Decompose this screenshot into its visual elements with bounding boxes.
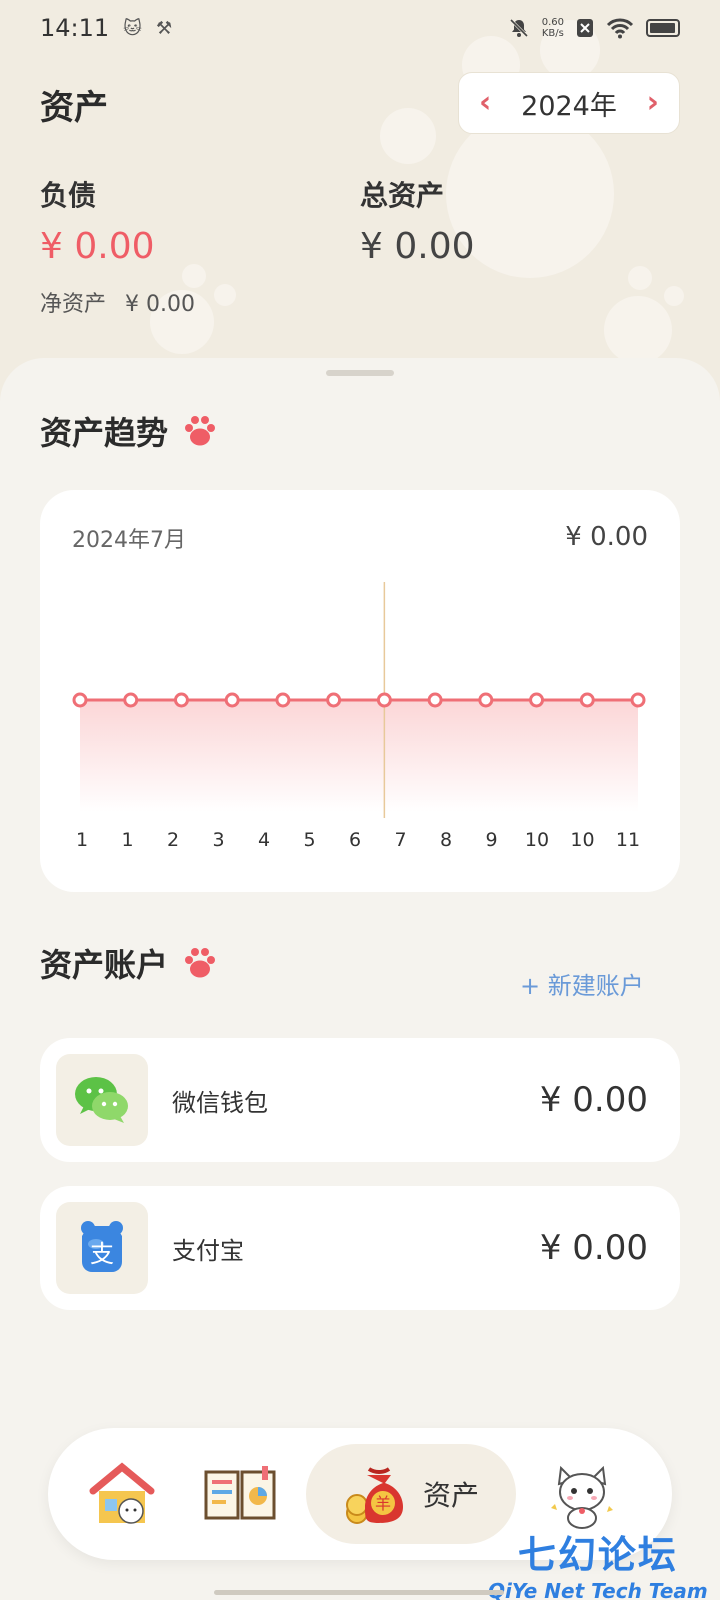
watermark-en: QiYe Net Tech Team	[488, 1579, 708, 1600]
paw-icon	[185, 948, 216, 978]
year-selector[interactable]: ‹ 2024年 ›	[458, 72, 680, 134]
nav-assets-label: 资产	[422, 1479, 479, 1512]
data-point[interactable]	[376, 692, 392, 708]
trend-chart-card[interactable]: 2024年7月 ¥ 0.00 1 1 2 3 4 5 6 7 8 9 10 10 11	[40, 490, 680, 892]
x-tick-label: 3	[212, 829, 224, 851]
cat-app-icon: 🐱	[123, 17, 142, 39]
x-tick-label: 9	[485, 829, 497, 851]
close-box-icon	[577, 19, 593, 37]
trend-title: 资产趋势	[40, 414, 169, 452]
net-speed-value: 0.60	[541, 17, 564, 28]
paw-decoration	[182, 264, 206, 288]
drag-handle[interactable]	[326, 370, 394, 376]
mute-bell-icon	[509, 18, 528, 38]
account-balance: ¥ 0.00	[539, 1228, 648, 1268]
series-area	[80, 700, 638, 812]
net-assets-row: 净资产 ¥ 0.00	[40, 286, 195, 318]
home-indicator[interactable]	[214, 1590, 504, 1595]
status-right: 0.60 KB/s	[508, 17, 680, 39]
battery-icon	[646, 19, 680, 37]
data-point[interactable]	[478, 692, 494, 708]
x-tick-label: 6	[349, 829, 361, 851]
paw-decoration	[664, 286, 684, 306]
svg-text:羊: 羊	[375, 1494, 391, 1513]
account-name: 支付宝	[172, 1236, 244, 1265]
accounts-section-title: 资产账户	[40, 940, 218, 986]
data-point[interactable]	[326, 692, 342, 708]
net-assets-value: ¥ 0.00	[125, 292, 195, 317]
data-point[interactable]	[72, 692, 88, 708]
x-tick-label: 1	[76, 829, 88, 851]
data-point[interactable]	[224, 692, 240, 708]
net-speed-unit: KB/s	[541, 28, 564, 39]
account-item-alipay[interactable]: 支 支付宝 ¥ 0.00	[40, 1186, 680, 1310]
x-tick-label: 2	[167, 829, 179, 851]
x-tick-label: 8	[440, 829, 452, 851]
watermark: 七幻论坛 QiYe Net Tech Team	[488, 1524, 708, 1600]
nav-assets[interactable]: 羊 资产	[306, 1444, 516, 1544]
chevron-left-icon[interactable]: ‹	[479, 88, 491, 118]
liabilities-label: 负债	[40, 179, 97, 212]
trend-chart[interactable]: 1 1 2 3 4 5 6 7 8 9 10 10 11	[40, 490, 680, 892]
data-point[interactable]	[579, 692, 595, 708]
new-account-button[interactable]: + 新建账户	[520, 966, 644, 1001]
data-point[interactable]	[275, 692, 291, 708]
paw-decoration	[380, 108, 436, 164]
status-time: 14:11	[40, 14, 110, 42]
accounts-title: 资产账户	[40, 946, 169, 984]
liabilities-value: ¥ 0.00	[40, 226, 155, 267]
paw-decoration	[214, 284, 236, 306]
svg-text:支: 支	[90, 1240, 114, 1268]
net-assets-label: 净资产	[40, 292, 107, 317]
data-point[interactable]	[427, 692, 443, 708]
data-point[interactable]	[173, 692, 189, 708]
account-item-wechat[interactable]: 微信钱包 ¥ 0.00	[40, 1038, 680, 1162]
book-ledger-icon	[204, 1466, 276, 1520]
nav-home[interactable]	[82, 1444, 162, 1544]
nav-ledger[interactable]	[198, 1444, 282, 1544]
total-assets-label: 总资产	[360, 179, 445, 212]
x-tick-label: 4	[258, 829, 270, 851]
watermark-cn: 七幻论坛	[517, 1533, 678, 1577]
account-balance: ¥ 0.00	[539, 1080, 648, 1120]
wifi-icon	[606, 18, 634, 39]
data-point[interactable]	[529, 692, 545, 708]
total-assets-value: ¥ 0.00	[360, 226, 475, 267]
x-tick-label: 11	[616, 829, 640, 851]
paw-decoration	[628, 266, 652, 290]
money-bag-icon: 羊	[345, 1467, 403, 1524]
wechat-icon	[56, 1054, 148, 1146]
content-sheet[interactable]: 资产趋势 2024年7月 ¥ 0.00 1 1 2 3 4 5 6 7 8 9 10 10 11 资产账…	[0, 358, 720, 1600]
alipay-icon: 支	[56, 1202, 148, 1294]
status-bar: 14:11 🐱 ⚒ 0.60 KB/s	[0, 0, 720, 56]
account-name: 微信钱包	[172, 1088, 268, 1117]
x-tick-label: 5	[303, 829, 315, 851]
paw-icon	[185, 416, 216, 446]
year-label: 2024年	[521, 90, 617, 122]
x-tick-label: 10	[570, 829, 594, 851]
x-tick-label: 7	[394, 829, 406, 851]
cat-mascot-icon	[551, 1465, 613, 1529]
data-point[interactable]	[630, 692, 646, 708]
chevron-right-icon[interactable]: ›	[647, 88, 659, 118]
paw-decoration	[604, 296, 672, 364]
x-tick-label: 10	[525, 829, 549, 851]
trend-section-title: 资产趋势	[40, 408, 218, 454]
home-house-icon	[89, 1462, 155, 1524]
x-tick-label: 1	[121, 829, 133, 851]
net-speed: 0.60 KB/s	[542, 17, 564, 39]
page-title: 资产	[40, 88, 108, 128]
data-point[interactable]	[123, 692, 139, 708]
tools-icon: ⚒	[155, 17, 173, 39]
